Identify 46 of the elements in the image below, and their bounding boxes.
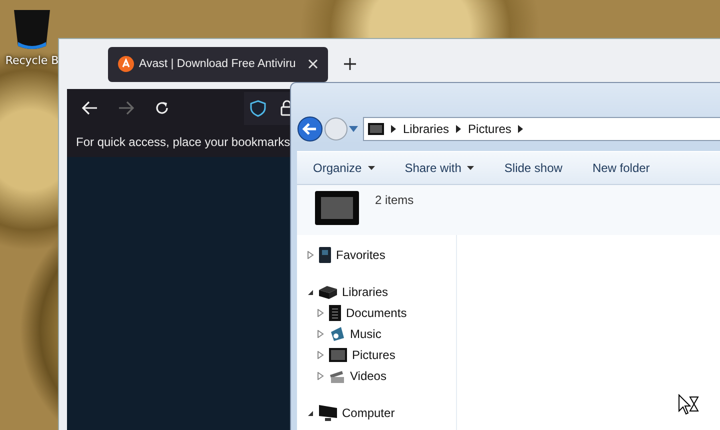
address-bar[interactable]: Libraries Pictures	[363, 117, 720, 141]
chevron-icon[interactable]	[391, 125, 396, 133]
document-icon	[329, 304, 341, 320]
monitor-icon	[319, 404, 337, 420]
shield-icon[interactable]	[250, 100, 266, 116]
tree-item[interactable]: Documents	[346, 306, 407, 320]
tree-item[interactable]: Favorites	[336, 248, 386, 262]
logo-icon	[118, 56, 134, 72]
breadcrumb-item[interactable]: Libraries	[403, 122, 450, 136]
picture-frame-icon	[315, 191, 359, 225]
close-icon[interactable]	[308, 59, 318, 69]
library-icon	[319, 284, 337, 298]
monitor-icon	[368, 123, 384, 135]
browser-tab[interactable]: Avast | Download Free Antiviru	[108, 46, 328, 82]
command-button[interactable]: Organize	[305, 157, 383, 179]
breadcrumb-item[interactable]: Pictures	[468, 122, 512, 136]
collapsed-arrow-icon[interactable]	[317, 372, 324, 380]
bookmarks-hint: For quick access, place your bookmarks	[76, 135, 290, 149]
film-clapper-icon	[329, 368, 345, 382]
reload-icon[interactable]	[154, 100, 170, 116]
command-button[interactable]: New folder	[584, 157, 658, 179]
busy-cursor-icon	[678, 394, 700, 416]
collapsed-arrow-icon[interactable]	[317, 330, 324, 338]
command-button[interactable]: Slide show	[496, 157, 570, 179]
tab-title: Avast | Download Free Antiviru	[139, 58, 297, 70]
back-button-icon[interactable]	[297, 116, 323, 142]
tree-item[interactable]: Videos	[350, 368, 386, 382]
chevron-icon[interactable]	[518, 125, 524, 133]
tree-item[interactable]: Computer	[342, 406, 395, 420]
picture-icon	[329, 348, 347, 362]
item-count: 2 items	[375, 193, 414, 207]
expanded-arrow-icon[interactable]	[307, 288, 314, 296]
desktop-icon-label[interactable]: Recycle B	[5, 54, 59, 67]
tree-item[interactable]: Pictures	[352, 348, 396, 362]
expanded-arrow-icon[interactable]	[307, 408, 314, 416]
new-tab-icon[interactable]	[344, 58, 356, 70]
back-arrow-icon[interactable]	[82, 101, 98, 115]
caret-icon	[467, 166, 474, 170]
collapsed-arrow-icon[interactable]	[317, 350, 324, 358]
command-button[interactable]: Share with	[396, 157, 482, 179]
caret-icon	[368, 166, 375, 170]
tree-item[interactable]: Libraries	[342, 284, 388, 298]
tree-item[interactable]: Music	[350, 326, 382, 340]
collapsed-arrow-icon[interactable]	[317, 308, 324, 316]
collapsed-arrow-icon[interactable]	[307, 250, 314, 258]
chevron-icon[interactable]	[456, 125, 462, 133]
